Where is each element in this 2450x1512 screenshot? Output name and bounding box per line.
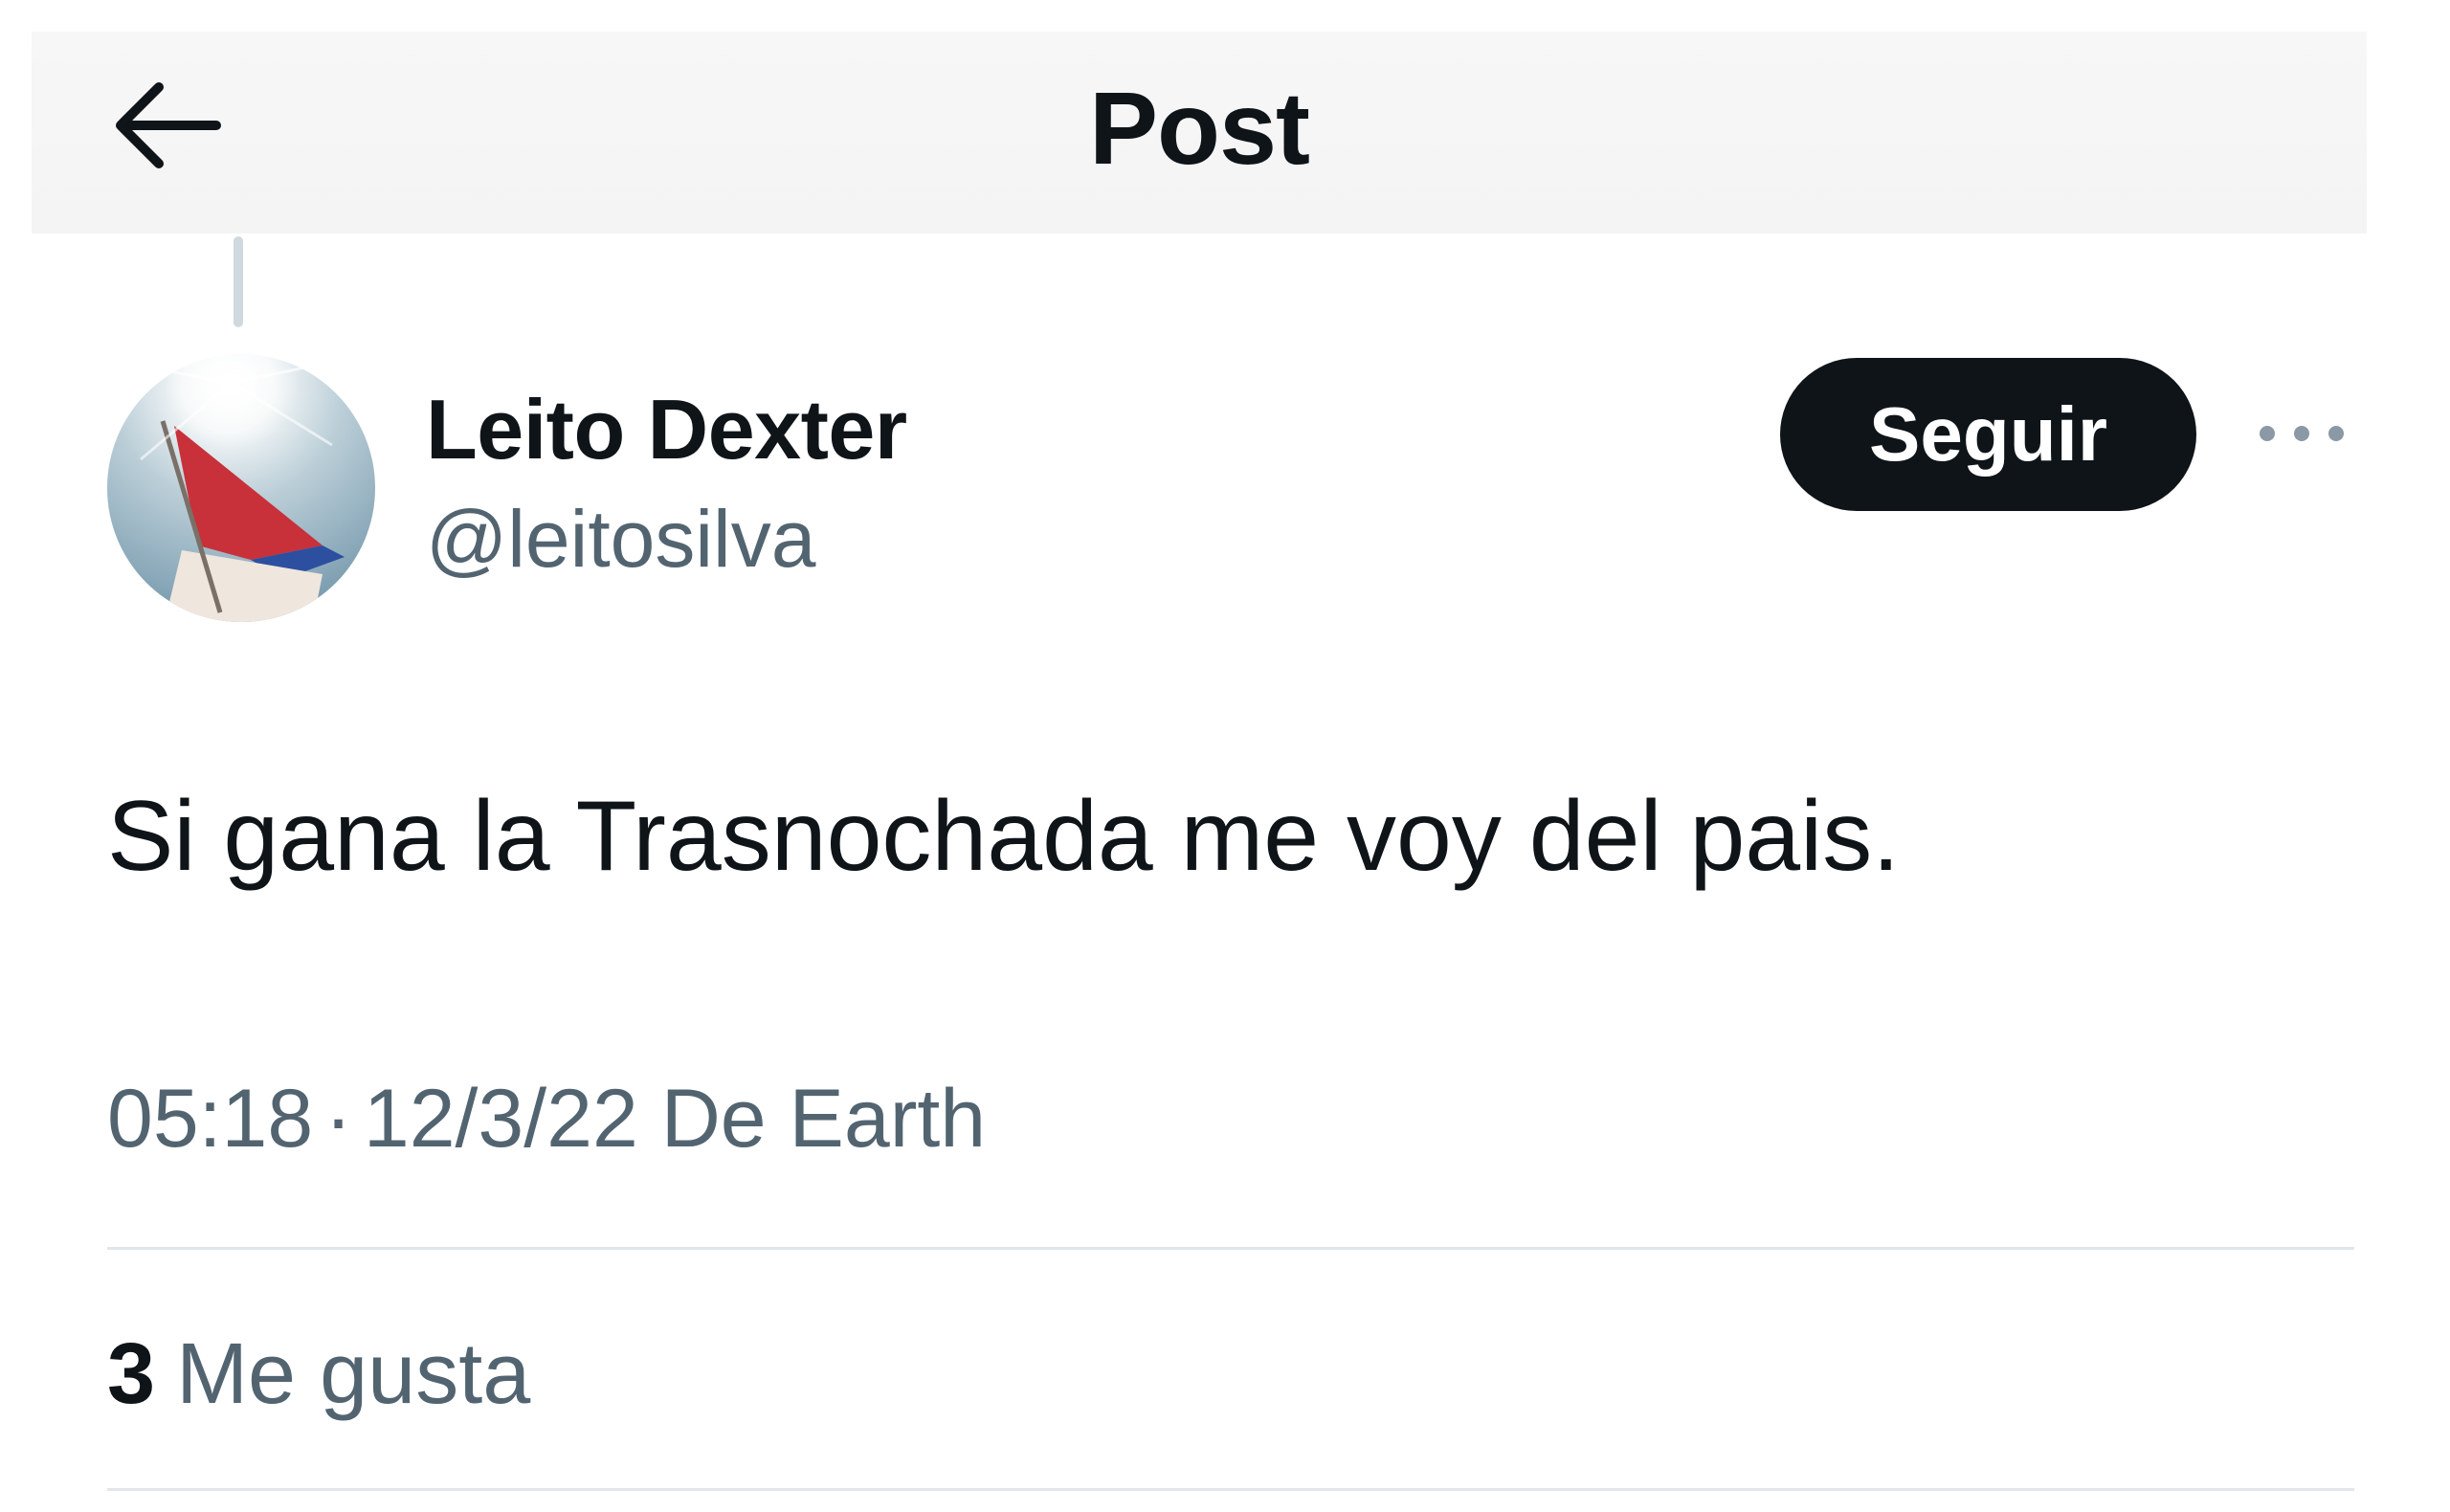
likes-count: 3 [107, 1326, 156, 1422]
tweet-metadata: 05:18 · 12/3/22 De Earth [107, 1072, 986, 1167]
avatar[interactable] [107, 354, 375, 622]
more-horizontal-icon [2254, 422, 2350, 450]
page-title: Post [1088, 70, 1310, 186]
likes-stat[interactable]: 3 Me gusta [107, 1325, 530, 1424]
thread-connector-line [234, 236, 243, 327]
tweet-text: Si gana la Trasnochada me voy del pais. [107, 781, 1901, 892]
meta-separator: · [324, 1073, 352, 1165]
author-handle[interactable]: @leitosilva [426, 493, 815, 586]
more-options-button[interactable] [2249, 402, 2354, 469]
tweet-time[interactable]: 05:18 [107, 1073, 313, 1165]
divider [107, 1247, 2354, 1250]
author-display-name[interactable]: Leito Dexter [426, 381, 907, 478]
likes-label: Me gusta [176, 1326, 531, 1422]
top-bar: Post [32, 32, 2367, 233]
tweet-source: De Earth [660, 1073, 987, 1165]
follow-button[interactable]: Seguir [1780, 358, 2196, 511]
post-page: Post Leito Dexter @leitosilva Seguir Si … [0, 0, 2450, 1512]
tweet-date[interactable]: 12/3/22 [364, 1073, 638, 1165]
divider [107, 1488, 2354, 1491]
